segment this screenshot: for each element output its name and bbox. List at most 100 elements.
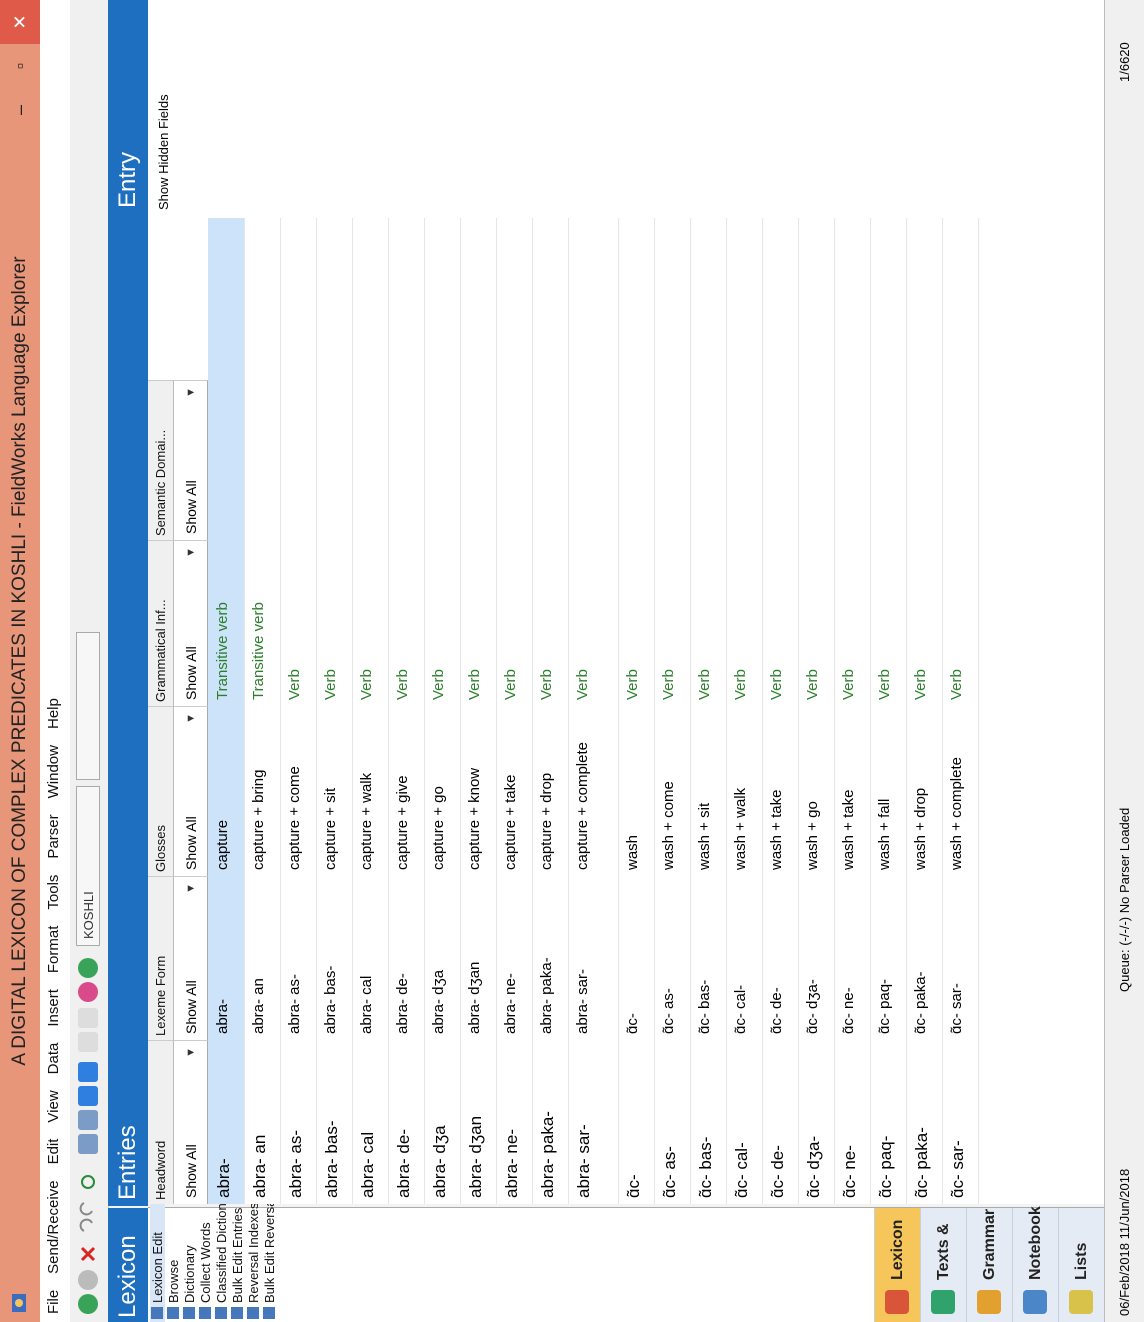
cell-lexeme-form[interactable]: ɑ̃c- paka-	[906, 876, 942, 1040]
table-row[interactable]: abra- bas-abra- bas-capture + sit Verb	[316, 214, 353, 1204]
category-grammar[interactable]: Grammar	[966, 1208, 1013, 1322]
table-row[interactable]: abra- dʒan abra- dʒan capture + know Verb	[460, 214, 497, 1204]
cell-grammatical-info[interactable]: Verb	[834, 540, 870, 706]
table-row[interactable]: abra- paka-abra- paka-capture + drop Verb	[532, 214, 569, 1204]
col-grammatical-info[interactable]: Grammatical Inf...	[148, 540, 174, 706]
insert-entry-icon[interactable]	[78, 982, 98, 1002]
cell-headword[interactable]: ɑ̃c- cal-	[726, 1040, 762, 1204]
cell-grammatical-info[interactable]: Verb	[726, 540, 762, 706]
cell-headword[interactable]: ɑ̃c- as-	[654, 1040, 690, 1204]
maximize-button[interactable]: ▫	[0, 44, 40, 88]
cell-lexeme-form[interactable]: abra- dʒan	[460, 876, 496, 1040]
cell-lexeme-form[interactable]: ɑ̃c- as-	[654, 876, 690, 1040]
table-row[interactable]: abra- an abra- an capture + bring Transitiv…	[244, 214, 281, 1204]
cell-lexeme-form[interactable]: ɑ̃c- sar-	[942, 876, 978, 1040]
cell-headword[interactable]: ɑ̃c- sar-	[942, 1040, 978, 1204]
cell-headword[interactable]: ɑ̃c- de-	[762, 1040, 798, 1204]
cell-grammatical-info[interactable]: Transitive verb	[208, 540, 244, 706]
table-row[interactable]: ɑ̃c- paq-ɑ̃c- paq-wash + fall Verb	[870, 214, 907, 1204]
cell-headword[interactable]: abra- dʒan	[460, 1040, 496, 1204]
cell-gloss[interactable]: wash + come	[654, 706, 690, 876]
col-lexeme-form[interactable]: Lexeme Form	[148, 876, 174, 1040]
first-record-icon[interactable]	[78, 1134, 98, 1154]
cell-headword[interactable]: ɑ̃c- paq-	[870, 1040, 906, 1204]
table-row[interactable]: abra- de-abra- de-capture + give Verb	[388, 214, 425, 1204]
cell-grammatical-info[interactable]: Transitive verb	[244, 540, 280, 706]
cell-grammatical-info[interactable]: Verb	[568, 540, 618, 706]
minimize-button[interactable]: –	[0, 88, 40, 132]
cell-gloss[interactable]: capture + walk	[352, 706, 388, 876]
cell-gloss[interactable]: capture + give	[388, 706, 424, 876]
cell-grammatical-info[interactable]: Verb	[496, 540, 532, 706]
filter-grammatical-info[interactable]: Show All ▼	[174, 540, 208, 706]
paste-icon[interactable]	[78, 1008, 98, 1028]
menu-help[interactable]: Help	[40, 690, 62, 737]
cell-gloss[interactable]: capture + go	[424, 706, 460, 876]
col-glosses[interactable]: Glosses	[148, 706, 174, 876]
table-row[interactable]: ɑ̃c- as-ɑ̃c- as-wash + come Verb	[654, 214, 691, 1204]
cell-gloss[interactable]: capture + drop	[532, 706, 568, 876]
cell-gloss[interactable]: capture + bring	[244, 706, 280, 876]
table-row[interactable]: ɑ̃c- cal-ɑ̃c- cal-wash + walk Verb	[726, 214, 763, 1204]
cell-lexeme-form[interactable]: ɑ̃c- de-	[762, 876, 798, 1040]
filter-semantic-domains[interactable]: Show All ▼	[174, 380, 208, 540]
cell-lexeme-form[interactable]: ɑ̃c- cal-	[726, 876, 762, 1040]
cell-lexeme-form[interactable]: ɑ̃c- ne-	[834, 876, 870, 1040]
cell-headword[interactable]: abra- an	[244, 1040, 280, 1204]
cell-lexeme-form[interactable]: ɑ̃c-	[618, 876, 654, 1040]
table-row[interactable]: abra- sar-abra- sar-capture + complete Ve…	[568, 214, 619, 1204]
refresh-icon[interactable]	[78, 1172, 98, 1192]
cell-lexeme-form[interactable]: ɑ̃c- paq-	[870, 876, 906, 1040]
cell-lexeme-form[interactable]: abra- paka-	[532, 876, 568, 1040]
cell-grammatical-info[interactable]: Verb	[280, 540, 316, 706]
filter-glosses[interactable]: Show All ▼	[174, 706, 208, 876]
cell-gloss[interactable]: capture + complete	[568, 706, 618, 876]
cell-grammatical-info[interactable]: Verb	[690, 540, 726, 706]
undo-icon[interactable]	[78, 1218, 98, 1238]
last-record-icon[interactable]	[78, 1062, 98, 1082]
delete-icon[interactable]	[78, 1244, 98, 1264]
cell-headword[interactable]: abra- as-	[280, 1040, 316, 1204]
cell-gloss[interactable]: wash + complete	[942, 706, 978, 876]
menu-tools[interactable]: Tools	[40, 867, 62, 918]
cell-grammatical-info[interactable]: Verb	[654, 540, 690, 706]
back-icon[interactable]	[78, 1294, 98, 1314]
cell-grammatical-info[interactable]: Verb	[316, 540, 352, 706]
filter-headword[interactable]: Show All ▼	[174, 1040, 208, 1204]
cell-gloss[interactable]: wash + go	[798, 706, 834, 876]
cell-gloss[interactable]: capture + take	[496, 706, 532, 876]
cell-grammatical-info[interactable]: Verb	[460, 540, 496, 706]
menu-view[interactable]: View	[40, 1082, 62, 1130]
cell-headword[interactable]: ɑ̃c- dʒa-	[798, 1040, 834, 1204]
cell-gloss[interactable]: wash	[618, 706, 654, 876]
col-headword[interactable]: Headword	[148, 1040, 174, 1204]
cell-gloss[interactable]: wash + walk	[726, 706, 762, 876]
table-row[interactable]: ɑ̃c- paka-ɑ̃c- paka-wash + drop Verb	[906, 214, 943, 1204]
cell-grammatical-info[interactable]: Verb	[532, 540, 568, 706]
table-row[interactable]: ɑ̃c- ne-ɑ̃c- ne-wash + take Verb	[834, 214, 871, 1204]
table-row[interactable]: abra-abra-capture Transitive verb	[208, 214, 245, 1204]
cell-gloss[interactable]: wash + drop	[906, 706, 942, 876]
cell-lexeme-form[interactable]: abra- ne-	[496, 876, 532, 1040]
cell-grammatical-info[interactable]: Verb	[798, 540, 834, 706]
cell-headword[interactable]: ɑ̃c- ne-	[834, 1040, 870, 1204]
cell-grammatical-info[interactable]: Verb	[942, 540, 978, 706]
cell-lexeme-form[interactable]: abra- bas-	[316, 876, 352, 1040]
redo-icon[interactable]	[78, 1196, 98, 1216]
table-row[interactable]: ɑ̃c- dʒa-ɑ̃c- dʒa-wash + go Verb	[798, 214, 835, 1204]
find-icon[interactable]	[78, 958, 98, 978]
menu-send-receive[interactable]: Send/Receive	[40, 1172, 62, 1281]
category-notebook[interactable]: Notebook	[1012, 1206, 1059, 1322]
close-button[interactable]: ✕	[0, 0, 40, 44]
menu-insert[interactable]: Insert	[40, 981, 62, 1035]
cell-headword[interactable]: abra- cal	[352, 1040, 388, 1204]
cell-headword[interactable]: abra- ne-	[496, 1040, 532, 1204]
cell-lexeme-form[interactable]: ɑ̃c- bas-	[690, 876, 726, 1040]
table-row[interactable]: ɑ̃c- bas-ɑ̃c- bas-wash + sit Verb	[690, 214, 727, 1204]
cell-gloss[interactable]: wash + fall	[870, 706, 906, 876]
writing-system-combo[interactable]: KOSHLI	[76, 786, 100, 946]
menu-format[interactable]: Format	[40, 918, 62, 982]
cell-lexeme-form[interactable]: abra-	[208, 876, 244, 1040]
cell-headword[interactable]: abra- bas-	[316, 1040, 352, 1204]
filter-lexeme-form[interactable]: Show All ▼	[174, 876, 208, 1040]
